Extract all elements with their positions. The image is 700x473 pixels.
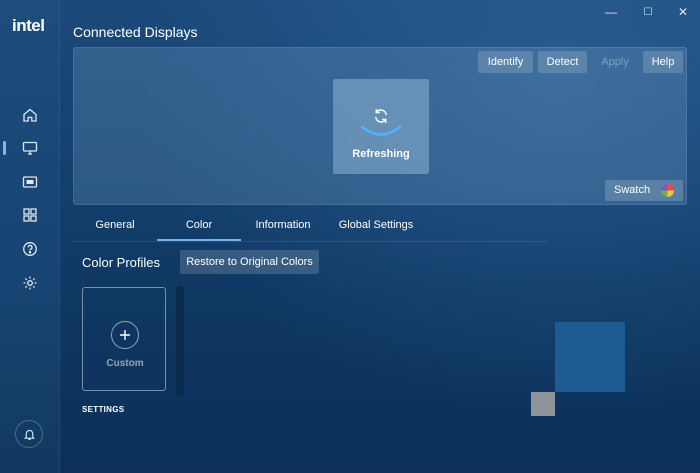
monitor-icon[interactable]: [20, 138, 40, 158]
tab-global-settings[interactable]: Global Settings: [325, 212, 427, 241]
minimize-button[interactable]: —: [600, 4, 622, 20]
tab-information[interactable]: Information: [241, 212, 325, 241]
color-wheel-icon: [661, 184, 674, 197]
loading-arc-icon: [359, 124, 403, 140]
intel-graphics-app: intel — ☐ ✕ Connected Displays Identify …: [0, 0, 700, 473]
close-button[interactable]: ✕: [672, 4, 694, 20]
bell-icon: [23, 428, 36, 441]
restore-original-colors-button[interactable]: Restore to Original Colors: [180, 250, 319, 274]
tab-color[interactable]: Color: [157, 212, 241, 241]
notifications-button[interactable]: [15, 420, 43, 448]
swatch-button[interactable]: Swatch: [605, 180, 683, 201]
custom-profile-label: Custom: [106, 358, 144, 369]
active-nav-indicator: [3, 141, 6, 155]
detect-button[interactable]: Detect: [538, 51, 587, 73]
color-profiles-heading: Color Profiles: [82, 255, 161, 270]
apps-grid-icon[interactable]: [20, 205, 40, 225]
intel-logo: intel: [12, 16, 45, 35]
custom-profile-card[interactable]: Custom: [82, 287, 166, 391]
identify-button[interactable]: Identify: [478, 51, 533, 73]
help-button[interactable]: Help: [643, 51, 683, 73]
decorative-blue-square: [555, 322, 625, 392]
video-icon[interactable]: [20, 172, 40, 192]
tab-general[interactable]: General: [73, 212, 157, 241]
page-title: Connected Displays: [73, 24, 198, 40]
tab-bar: General Color Information Global Setting…: [73, 212, 547, 242]
plus-icon: [111, 321, 139, 349]
gear-icon[interactable]: [20, 273, 40, 293]
swatch-label: Swatch: [614, 184, 651, 196]
maximize-button[interactable]: ☐: [637, 4, 659, 20]
refreshing-label: Refreshing: [352, 148, 410, 160]
settings-section-label: SETTINGS: [82, 405, 125, 414]
home-icon[interactable]: [20, 105, 40, 125]
decorative-gray-square: [531, 392, 555, 416]
display-tile[interactable]: Refreshing: [333, 79, 429, 174]
help-icon[interactable]: [20, 239, 40, 259]
refresh-icon: [371, 106, 391, 126]
profiles-scrollbar[interactable]: [176, 286, 184, 396]
apply-button[interactable]: Apply: [592, 51, 638, 73]
sidebar: intel: [0, 0, 60, 473]
